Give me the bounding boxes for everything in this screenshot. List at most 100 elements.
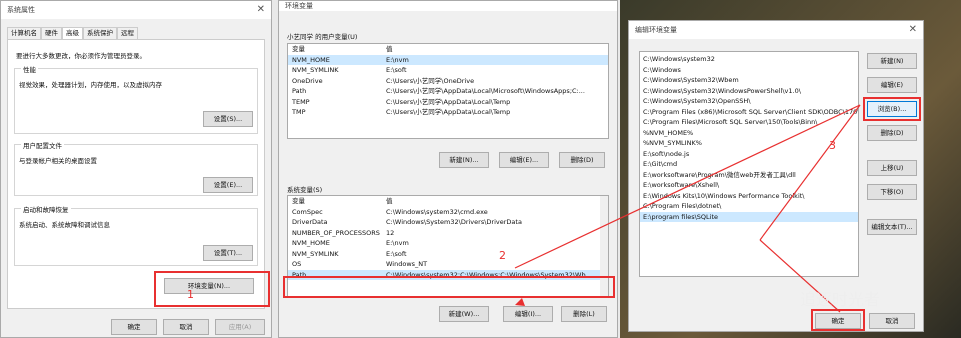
var-name: NVM_HOME xyxy=(292,55,330,64)
var-name: NUMBER_OF_PROCESSORS xyxy=(292,228,380,237)
var-name: OS xyxy=(292,260,302,268)
var-value: C:\Users\小艺同学\AppData\Local\Temp xyxy=(386,108,511,116)
edit-text-button[interactable]: 编辑文本(T)... xyxy=(867,219,917,235)
var-value: C:\Users\小艺同学\OneDrive xyxy=(386,76,475,85)
var-name: TEMP xyxy=(292,97,310,106)
col-var-header: 变量 xyxy=(292,45,305,53)
path-item[interactable]: %NVM_HOME% xyxy=(640,128,858,139)
list-item[interactable]: ComSpec C:\Windows\system32\cmd.exe xyxy=(288,207,608,218)
user-vars-list[interactable]: 变量 值 NVM_HOME E:\nvm NVM_SYMLINK E:\soft On… xyxy=(287,43,609,139)
list-item[interactable]: Path C:\Users\小艺同学\AppData\Local\Microsof… xyxy=(288,86,608,97)
var-value: 12 xyxy=(386,228,395,237)
tab-computer-name[interactable]: 计算机名 xyxy=(7,27,41,39)
title-bar: 编辑环境变量 ✕ xyxy=(629,21,923,39)
ok-button[interactable]: 确定 xyxy=(111,319,157,335)
tab-strip: 计算机名 硬件 高级 系统保护 远程 xyxy=(7,27,138,39)
highlight-box-2 xyxy=(283,276,615,298)
path-item[interactable]: %NVM_SYMLINK% xyxy=(640,138,858,149)
path-item[interactable]: C:\Program Files\dotnet\ xyxy=(640,201,858,212)
new-button[interactable]: 新建(N) xyxy=(867,53,917,69)
list-item[interactable]: TEMP C:\Users\小艺同学\AppData\Local\Temp xyxy=(288,97,608,108)
window-title: 系统属性 xyxy=(7,6,35,14)
startup-group: 启动和故障恢复 系统启动、系统故障和调试信息 设置(T)... xyxy=(14,204,258,266)
user-delete-button[interactable]: 删除(D) xyxy=(559,152,605,168)
var-name: DriverData xyxy=(292,218,328,226)
path-item[interactable]: C:\Program Files (x86)\Microsoft SQL Ser… xyxy=(640,107,858,118)
var-name: NVM_SYMLINK xyxy=(292,66,339,74)
list-header: 变量 值 xyxy=(288,44,608,55)
environment-variables-window: 环境变量 小艺同学 的用户变量(U) 变量值 NVM_HOME E:\nvm NV… xyxy=(278,0,618,338)
highlight-box-ok xyxy=(811,309,865,331)
path-item[interactable]: E:\worksoftware\Program\微信web开发者工具\dll xyxy=(640,170,858,181)
path-item[interactable]: E:\soft\node.js xyxy=(640,149,858,160)
list-item[interactable]: TMP C:\Users\小艺同学\AppData\Local\Temp xyxy=(288,107,608,118)
tab-advanced[interactable]: 高级 xyxy=(62,27,83,39)
cancel-button[interactable]: 取消 xyxy=(163,319,209,335)
system-vars-title: 系统变量(S) xyxy=(287,186,323,194)
var-value: C:\Users\小艺同学\AppData\Local\Temp xyxy=(386,97,511,106)
startup-settings-button[interactable]: 设置(T)... xyxy=(203,245,253,261)
edit-button[interactable]: 编辑(E) xyxy=(867,77,917,93)
path-item[interactable]: C:\Windows\System32\OpenSSH\ xyxy=(640,96,858,107)
user-new-button[interactable]: 新建(N)... xyxy=(439,152,489,168)
path-item[interactable]: C:\Program Files\Microsoft SQL Server\15… xyxy=(640,117,858,128)
path-item[interactable]: E:\Git\cmd xyxy=(640,159,858,170)
list-item[interactable]: NVM_SYMLINK E:\soft xyxy=(288,65,608,76)
col-val-header: 值 xyxy=(386,197,393,205)
path-item[interactable]: E:\Windows Kits\10\Windows Performance T… xyxy=(640,191,858,202)
list-item[interactable]: NVM_HOME E:\nvm xyxy=(288,238,608,249)
user-edit-button[interactable]: 编辑(E)... xyxy=(499,152,549,168)
system-delete-button[interactable]: 删除(L) xyxy=(561,306,607,322)
close-icon[interactable]: ✕ xyxy=(909,21,917,39)
user-vars-title: 小艺同学 的用户变量(U) xyxy=(287,33,358,41)
highlight-box-browse xyxy=(863,97,921,121)
performance-desc: 视觉效果，处理器计划，内存使用，以及虚拟内存 xyxy=(19,81,162,89)
var-value: E:\nvm xyxy=(386,55,409,64)
list-item[interactable]: NUMBER_OF_PROCESSORS 12 xyxy=(288,228,608,239)
apply-button[interactable]: 应用(A) xyxy=(215,319,265,335)
var-name: OneDrive xyxy=(292,76,323,85)
system-new-button[interactable]: 新建(W)... xyxy=(439,306,489,322)
annotation-number-1: 1 xyxy=(187,288,194,301)
profile-desc: 与登录帐户相关的桌面设置 xyxy=(19,157,97,165)
path-item[interactable]: C:\Windows\System32\Wbem xyxy=(640,75,858,86)
tab-system-protection[interactable]: 系统保护 xyxy=(83,27,117,39)
tab-panel: 要进行大多数更改，你必须作为管理员登录。 性能 视觉效果，处理器计划，内存使用，… xyxy=(7,39,265,309)
path-item[interactable]: E:\worksoftware\Xshell\ xyxy=(640,180,858,191)
cancel-button[interactable]: 取消 xyxy=(869,313,915,329)
profile-group: 用户配置文件 与登录帐户相关的桌面设置 设置(E)... xyxy=(14,140,258,196)
list-item[interactable]: OS Windows_NT xyxy=(288,259,608,270)
col-val-header: 值 xyxy=(386,45,393,53)
move-down-button[interactable]: 下移(O) xyxy=(867,184,917,200)
annotation-number-2: 2 xyxy=(499,249,506,262)
startup-title: 启动和故障恢复 xyxy=(21,204,71,214)
list-header: 变量 值 xyxy=(288,196,608,207)
performance-settings-button[interactable]: 设置(S)... xyxy=(203,111,253,127)
delete-button[interactable]: 删除(D) xyxy=(867,125,917,141)
list-item[interactable]: DriverData C:\Windows\System32\Drivers\Dr… xyxy=(288,217,608,228)
close-icon[interactable]: ✕ xyxy=(257,1,265,19)
system-edit-button[interactable]: 编辑(I)... xyxy=(503,306,553,322)
col-var-header: 变量 xyxy=(292,197,305,205)
var-value: Windows_NT xyxy=(386,260,428,268)
var-value: C:\Windows\System32\Drivers\DriverData xyxy=(386,218,522,226)
var-value: E:\soft xyxy=(386,249,407,258)
performance-group: 性能 视觉效果，处理器计划，内存使用，以及虚拟内存 设置(S)... xyxy=(14,64,258,134)
list-item[interactable]: NVM_SYMLINK E:\soft xyxy=(288,249,608,260)
list-item[interactable]: OneDrive C:\Users\小艺同学\OneDrive xyxy=(288,76,608,87)
path-item[interactable]: C:\Windows\System32\WindowsPowerShell\v1… xyxy=(640,86,858,97)
list-item[interactable]: NVM_HOME E:\nvm xyxy=(288,54,608,65)
path-item[interactable]: C:\Windows\system32 xyxy=(640,54,858,65)
var-name: NVM_SYMLINK xyxy=(292,249,339,258)
tab-remote[interactable]: 远程 xyxy=(117,27,138,39)
tab-hardware[interactable]: 硬件 xyxy=(41,27,62,39)
path-item[interactable]: C:\Windows xyxy=(640,65,858,76)
profile-settings-button[interactable]: 设置(E)... xyxy=(203,177,253,193)
path-item[interactable]: E:\program files\SQLite xyxy=(640,211,858,222)
var-value: E:\nvm xyxy=(386,239,409,247)
path-list[interactable]: C:\Windows\system32 C:\Windows C:\Windows\… xyxy=(639,51,859,277)
var-name: Path xyxy=(292,87,307,95)
move-up-button[interactable]: 上移(U) xyxy=(867,160,917,176)
var-value: E:\soft xyxy=(386,66,407,74)
annotation-number-3: 3 xyxy=(829,139,836,152)
